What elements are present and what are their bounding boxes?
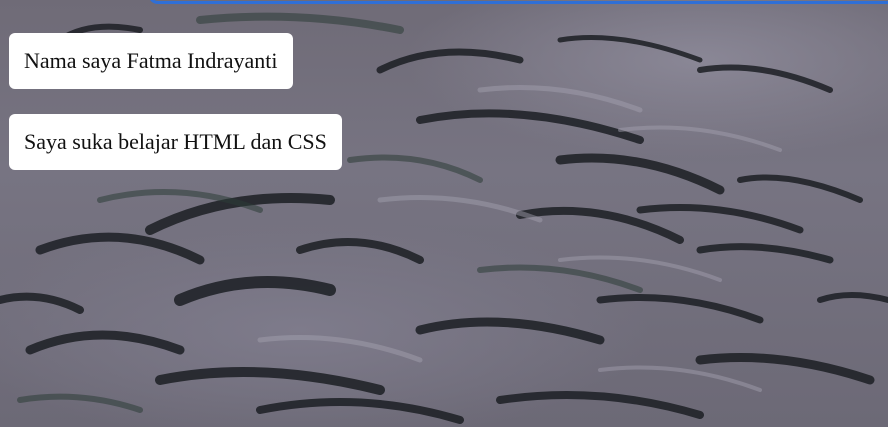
hobby-text-box: Saya suka belajar HTML dan CSS bbox=[9, 114, 342, 170]
name-text-box: Nama saya Fatma Indrayanti bbox=[9, 33, 293, 89]
top-container-border bbox=[148, 0, 888, 4]
